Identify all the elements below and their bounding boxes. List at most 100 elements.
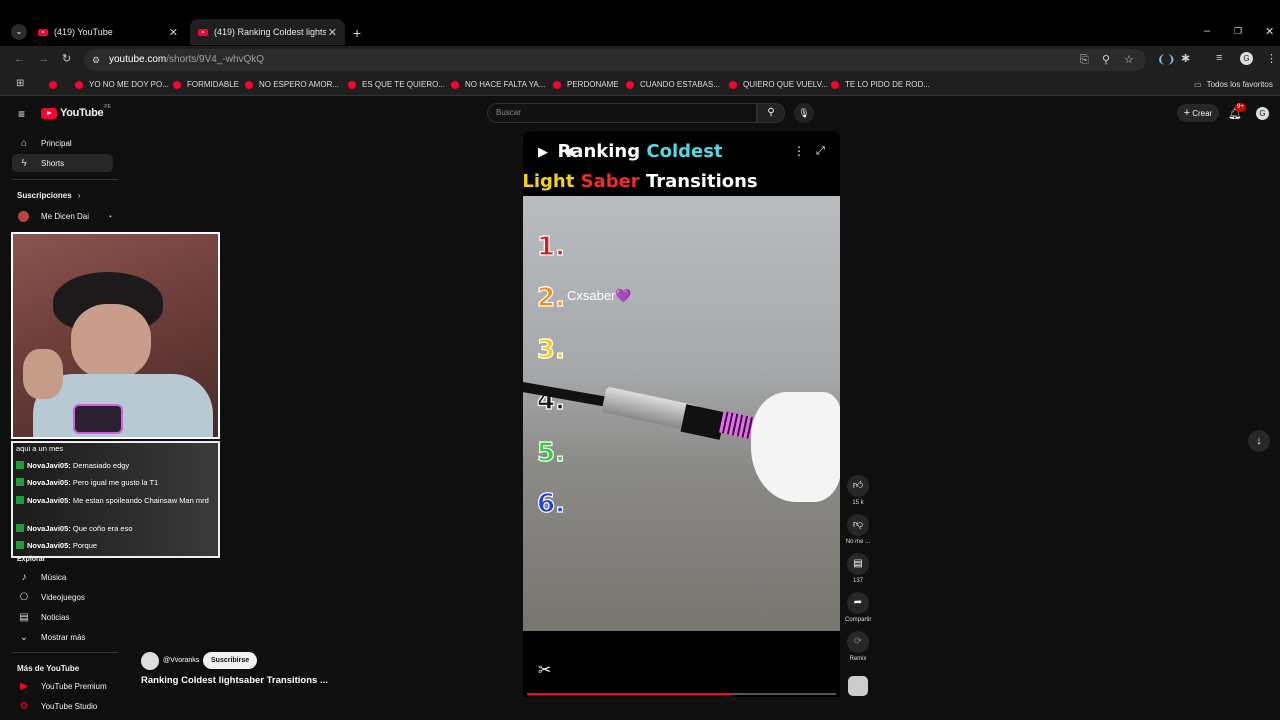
music-note-icon: ♪ [21,571,27,583]
explore-heading: Explorar [17,556,46,563]
subscription-item[interactable]: Me Dicen Dai • [12,207,113,225]
youtube-play-icon [41,107,57,119]
lightsaber-hilt-cam [73,404,123,434]
remix-icon[interactable]: ⟳ [847,631,869,653]
comment-icon[interactable]: ▤ [847,553,869,575]
progress-track[interactable] [527,693,836,695]
tab-current-short[interactable]: (419) Ranking Coldest lightsab ✕ [190,19,345,45]
search-button[interactable]: ⚲ [757,103,785,123]
zoom-icon[interactable]: ⚲ [1102,49,1110,71]
channel-handle[interactable]: @Vvoranks [163,657,199,664]
bookmark-item[interactable]: PERDONAME [553,80,619,89]
next-short-button[interactable]: ↓ [1248,430,1270,452]
youtube-favicon-icon [831,80,839,89]
gamepad-icon: ⎔ [19,591,29,603]
play-icon[interactable]: ▶ [538,144,548,160]
new-tab-icon[interactable]: + [353,25,361,41]
reading-list-icon[interactable]: ≡ [1216,52,1222,64]
like-action[interactable]: 👍︎ 15 k [845,475,871,506]
bookmark-item[interactable]: YO NO ME DOY PO... [49,80,169,89]
chat-message: NovaJavi05: Pero igual me gusto la T1 [16,478,216,488]
short-title-line2: Light Saber Transitions [522,171,758,192]
chat-badge-icon [16,496,24,504]
voice-search-button[interactable]: 🎙︎ [794,103,814,123]
subscribe-button[interactable]: Suscribirse [203,652,258,669]
bookmark-item[interactable]: CUANDO ESTABAS... [626,80,720,89]
address-bar[interactable]: ⚙ youtube.com/shorts/9V4_-whvQkQ ⎘ ⚲ ☆ [84,49,1146,71]
notifications-badge: 9+ [1235,103,1246,112]
bookmark-star-icon[interactable]: ☆ [1124,49,1134,71]
fullscreen-icon[interactable]: ⤢ [816,145,825,158]
rank-number: 1. [536,231,565,262]
sidebar-item-mostrar-mas[interactable]: ⌄ Mostrar más [12,628,113,646]
search-input[interactable]: Buscar [487,103,757,123]
chat-line: aqui a un mes [16,444,64,453]
youtube-favicon-icon [173,80,181,89]
dislike-action[interactable]: 👎︎ No me ... [845,514,871,545]
profile-avatar[interactable]: G [1240,52,1253,65]
back-icon[interactable]: ← [14,53,25,65]
sidebar-item-videojuegos[interactable]: ⎔ Videojuegos [12,588,113,606]
close-icon[interactable]: ✕ [169,26,178,39]
share-action[interactable]: ➦ Compartir [845,592,871,623]
channel-avatar[interactable] [141,652,159,670]
folder-icon: ▭ [1194,80,1202,89]
sidebar-item-youtube-studio[interactable]: ⚙ YouTube Studio [12,697,113,715]
tab-search-icon[interactable]: ⌄ [11,24,27,40]
site-info-icon[interactable]: ⚙ [92,49,100,71]
volume-icon[interactable]: ◀︎ [564,144,573,158]
chevron-down-icon: ⌄ [19,631,29,643]
bookmark-item[interactable]: ES QUE TE QUIERO... [348,80,445,89]
all-bookmarks-folder[interactable]: ▭ Todos los favoritos [1194,80,1273,89]
rank-number: 2. [536,282,565,313]
youtube-logo[interactable]: YouTube PE [41,104,111,119]
sidebar-item-musica[interactable]: ♪ Música [12,568,113,586]
install-icon[interactable]: ⎘ [1080,49,1089,71]
minimize-icon[interactable]: – [1204,25,1210,37]
menu-icon[interactable]: ⋮ [1266,52,1277,65]
divider [12,652,118,653]
chat-message: NovaJavi05: Porque [16,541,216,551]
forward-icon[interactable]: → [38,53,49,65]
more-options-icon[interactable]: ⋮ [793,144,805,158]
close-icon[interactable]: ✕ [328,26,337,39]
youtube-studio-icon: ⚙ [19,700,29,712]
reload-icon[interactable]: ↻ [62,52,71,65]
apps-grid-icon[interactable]: ⊞ [16,78,24,89]
bookmark-item[interactable]: FORMIDABLE [173,80,239,89]
extensions-icon[interactable]: ✱ [1181,52,1190,65]
comments-action[interactable]: ▤ 137 [845,553,871,584]
sound-thumbnail[interactable] [848,676,868,696]
thumbs-up-icon[interactable]: 👍︎ [847,475,869,497]
bookmark-item[interactable]: NO ESPERO AMOR... [245,80,339,89]
short-video-title[interactable]: Ranking Coldest lightsaber Transitions .… [141,675,328,686]
youtube-favicon-icon [451,80,459,89]
restore-icon[interactable]: ❐ [1234,26,1242,37]
bookmark-item[interactable]: TE LO PIDO DE ROD... [831,80,930,89]
bookmark-item[interactable]: NO HACE FALTA YA... [451,80,545,89]
chat-badge-icon [16,461,24,469]
media-icon[interactable]: ❨❩ [1157,53,1175,66]
tab-youtube-home[interactable]: (419) YouTube ✕ [30,20,186,44]
live-dot-icon: • [109,211,112,221]
subscriptions-heading[interactable]: Suscripciones › [17,191,80,200]
youtube-favicon-icon [245,80,253,89]
gloved-hand [751,392,840,502]
sidebar-item-noticias[interactable]: ▤ Noticias [12,608,113,626]
short-video-frame[interactable]: 1. 2. Cxsaber💜 3. 4. 5. 6. [523,196,840,631]
saber-crystal [719,410,755,440]
close-window-icon[interactable]: ✕ [1265,25,1274,38]
sidebar-item-youtube-premium[interactable]: ▶ YouTube Premium [12,677,113,695]
rank-number: 6. [536,488,565,519]
create-button[interactable]: + Crear [1177,104,1219,122]
search-icon: ⚲ [767,107,775,118]
rank-number: 3. [536,334,565,365]
short-title-line1: Ranking Coldest [557,141,723,162]
hamburger-menu-icon[interactable]: ≡ [18,107,25,121]
region-code: PE [104,104,111,110]
account-avatar[interactable]: G [1256,107,1269,120]
share-icon[interactable]: ➦ [847,592,869,614]
bookmark-item[interactable]: QUIERO QUE VUELV... [729,80,828,89]
thumbs-down-icon[interactable]: 👎︎ [847,514,869,536]
remix-action[interactable]: ⟳ Remix [845,631,871,662]
